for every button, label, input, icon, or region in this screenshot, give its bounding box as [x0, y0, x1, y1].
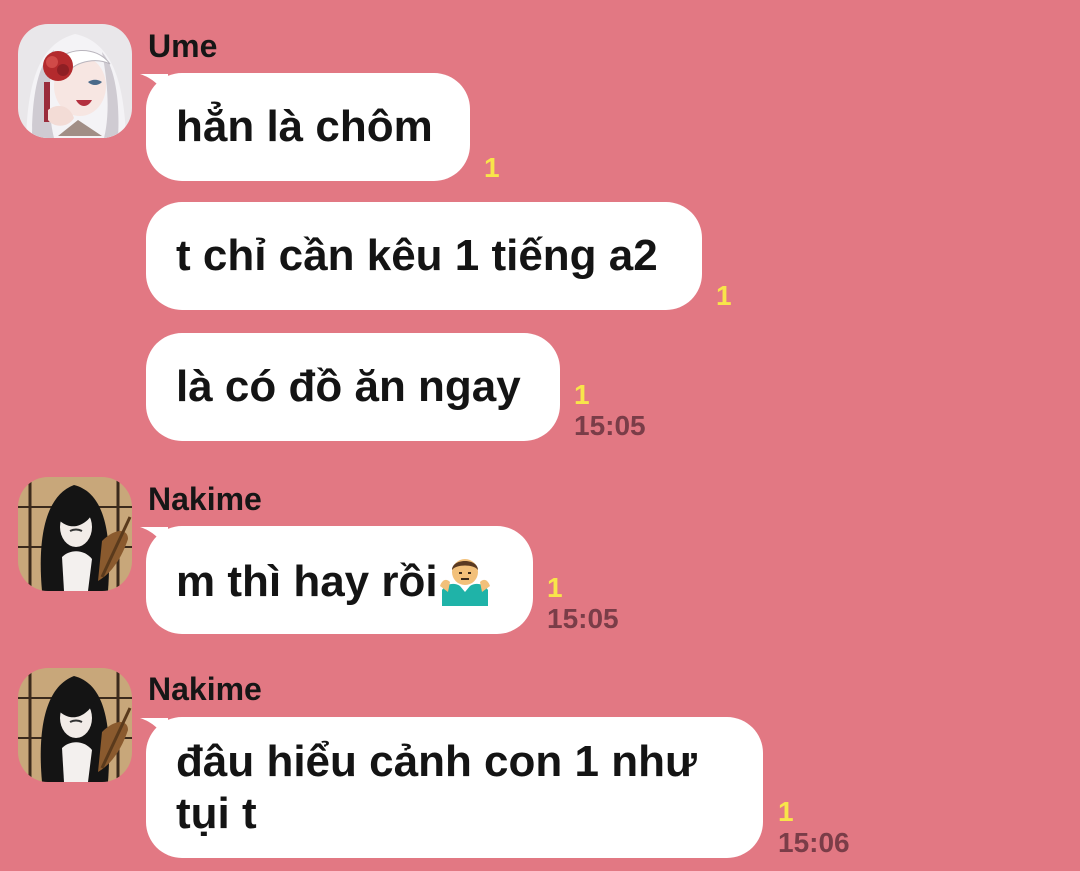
message-text: t chỉ cần kêu 1 tiếng a2 [176, 231, 658, 280]
message-text: m thì hay rồi [176, 552, 492, 608]
message-meta: 1 [716, 282, 732, 310]
message-meta: 1 [484, 154, 500, 182]
sender-name: Nakime [148, 481, 262, 517]
message-meta: 1 15:05 [547, 574, 619, 633]
nakime-avatar[interactable] [18, 668, 132, 782]
message-meta: 1 15:06 [778, 798, 850, 857]
sender-name: Ume [148, 28, 218, 64]
message-bubble[interactable]: t chỉ cần kêu 1 tiếng a2 [146, 202, 702, 310]
message-bubble[interactable]: hẳn là chôm [146, 73, 470, 181]
ume-avatar[interactable] [18, 24, 132, 138]
message-meta: 1 15:05 [574, 381, 646, 440]
message-text: đâu hiểu cảnh con 1 như tụi t [176, 736, 697, 838]
message-text: là có đồ ăn ngay [176, 362, 521, 411]
read-count: 1 [484, 152, 500, 183]
timestamp: 15:05 [547, 603, 619, 634]
message-text: hẳn là chôm [176, 102, 433, 151]
message-bubble[interactable]: là có đồ ăn ngay [146, 333, 560, 441]
nakime-avatar[interactable] [18, 477, 132, 591]
ume-avatar-icon [18, 24, 132, 138]
sender-name: Nakime [148, 671, 262, 707]
timestamp: 15:06 [778, 827, 850, 858]
timestamp: 15:05 [574, 410, 646, 441]
person-shrugging-icon [439, 559, 490, 606]
nakime-avatar-icon [18, 668, 132, 782]
read-count: 1 [574, 379, 590, 410]
nakime-avatar-icon [18, 477, 132, 591]
read-count: 1 [547, 572, 563, 603]
read-count: 1 [716, 280, 732, 311]
message-bubble[interactable]: m thì hay rồi [146, 526, 533, 634]
message-bubble[interactable]: đâu hiểu cảnh con 1 như tụi t [146, 717, 763, 858]
read-count: 1 [778, 796, 794, 827]
